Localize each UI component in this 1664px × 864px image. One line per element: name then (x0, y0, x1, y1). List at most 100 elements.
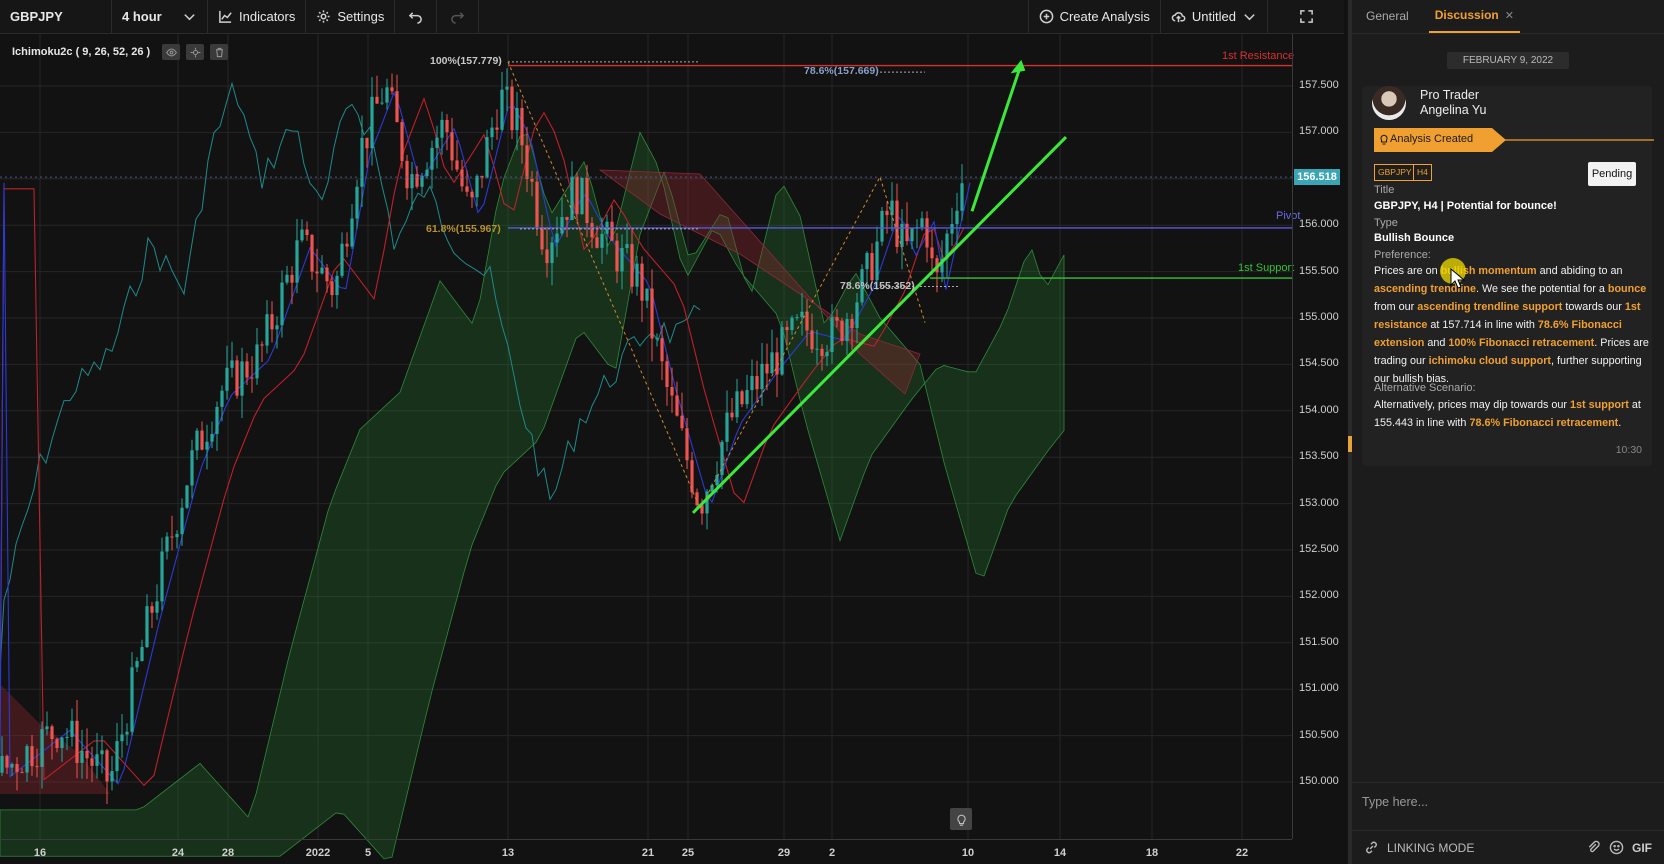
price-tick: 157.000 (1299, 125, 1339, 138)
candle-body (660, 338, 664, 362)
candle-body (790, 317, 794, 331)
linking-mode-label[interactable]: LINKING MODE (1387, 841, 1474, 855)
mouse-cursor-icon (1450, 268, 1466, 289)
candle-body (650, 288, 654, 339)
candle-body (675, 395, 679, 416)
candle-body (425, 169, 429, 177)
layout-name: Untitled (1191, 9, 1236, 24)
avatar (1372, 86, 1406, 120)
settings-button[interactable]: Settings (306, 0, 396, 34)
candle-body (680, 415, 684, 429)
candle-body (395, 91, 399, 123)
tab-discussion[interactable]: Discussion ✕ (1428, 0, 1520, 33)
candle-body (430, 147, 434, 170)
candle-body (215, 406, 219, 434)
candle-body (385, 87, 389, 103)
candle-body (165, 536, 169, 552)
candle-body (335, 275, 339, 296)
candle-body (705, 491, 709, 514)
candle-body (80, 750, 84, 763)
candle-body (920, 218, 924, 228)
candle-body (610, 221, 614, 241)
time-tick: 24 (171, 847, 185, 859)
candle-body (525, 145, 529, 179)
fullscreen-button[interactable] (1268, 0, 1344, 34)
tab-general[interactable]: General (1360, 0, 1415, 33)
time-tick: 10 (961, 847, 975, 859)
candle-body (420, 176, 424, 187)
gif-button[interactable]: GIF (1632, 841, 1652, 855)
candle-body (885, 210, 889, 216)
message-input[interactable] (1362, 787, 1652, 817)
emoji-icon[interactable] (1609, 840, 1624, 855)
chart-area[interactable]: Ichimoku2c ( 9, 26, 52, 26 ) 1st Resista… (0, 34, 1348, 864)
candle-body (100, 750, 104, 755)
candle-body (245, 361, 249, 378)
indicator-settings-button[interactable] (186, 44, 205, 60)
time-tick: 5 (364, 847, 372, 859)
price-tick: 157.500 (1299, 79, 1339, 91)
link-icon[interactable] (1364, 840, 1379, 855)
candle-body (455, 160, 459, 170)
analysis-title: GBPJPY, H4 | Potential for bounce! (1374, 200, 1557, 212)
candle-body (835, 317, 839, 321)
candle-body (310, 235, 314, 272)
candle-body (150, 606, 154, 613)
time-axis[interactable]: 16 24 28 2022 5 13 21 25 29 2 10 14 18 22 (0, 839, 1292, 864)
candle-body (45, 726, 49, 730)
candle-body (855, 302, 859, 329)
candle-body (800, 311, 804, 318)
candle-body (95, 754, 99, 766)
candle-body (155, 601, 159, 613)
symbol-selector[interactable]: GBPJPY (0, 0, 112, 34)
candle-body (160, 551, 164, 602)
candle-body (440, 119, 444, 138)
candle-body (520, 107, 524, 146)
candle-body (5, 755, 9, 768)
price-axis[interactable]: 157.500157.000156.500156.000155.500155.0… (1292, 34, 1348, 839)
candle-body (750, 376, 754, 391)
status-badge[interactable]: Pending (1588, 162, 1636, 186)
idea-button[interactable] (950, 808, 972, 830)
undo-button[interactable] (395, 0, 438, 34)
interval-selector[interactable]: 4 hour (112, 0, 208, 34)
layout-selector[interactable]: Untitled (1161, 0, 1268, 34)
candle-body (810, 330, 814, 350)
candle-body (625, 244, 629, 249)
remove-indicator-button[interactable] (210, 44, 229, 60)
indicator-legend-text: Ichimoku2c ( 9, 26, 52, 26 ) (12, 46, 151, 58)
indicators-button[interactable]: Indicators (208, 0, 307, 34)
resistance-label: 1st Resistance (1222, 50, 1295, 62)
price-chart[interactable] (0, 34, 1348, 864)
candle-body (740, 391, 744, 405)
close-icon[interactable]: ✕ (1505, 9, 1514, 22)
preference-text: Prices are on bullish momentum and abidi… (1374, 265, 1649, 385)
message-timestamp: 10:30 (1615, 444, 1642, 456)
support-label: 1st Support (1238, 262, 1295, 274)
create-analysis-button[interactable]: Create Analysis (1027, 0, 1161, 34)
candle-body (770, 352, 774, 374)
redo-button[interactable] (437, 0, 480, 34)
paperclip-icon[interactable] (1586, 840, 1601, 855)
candle-body (540, 227, 544, 250)
candle-body (260, 344, 264, 346)
time-tick: 18 (1145, 847, 1159, 859)
candle-body (200, 430, 204, 450)
symbol-label: GBPJPY (10, 9, 63, 24)
candle-body (40, 729, 44, 767)
candle-body (880, 210, 884, 242)
candle-body (910, 228, 914, 242)
candle-body (275, 325, 279, 330)
candle-body (355, 186, 359, 219)
candle-body (630, 244, 634, 287)
candle-body (20, 772, 24, 774)
create-analysis-label: Create Analysis (1059, 9, 1150, 24)
candle-body (325, 267, 329, 282)
visibility-toggle[interactable] (162, 44, 181, 60)
analysis-type: Bullish Bounce (1374, 232, 1455, 244)
candle-body (500, 89, 504, 130)
current-price-marker: 156.518 (1294, 169, 1340, 186)
candle-body (580, 177, 584, 215)
candle-body (365, 137, 369, 149)
price-tick: 156.000 (1299, 218, 1339, 231)
